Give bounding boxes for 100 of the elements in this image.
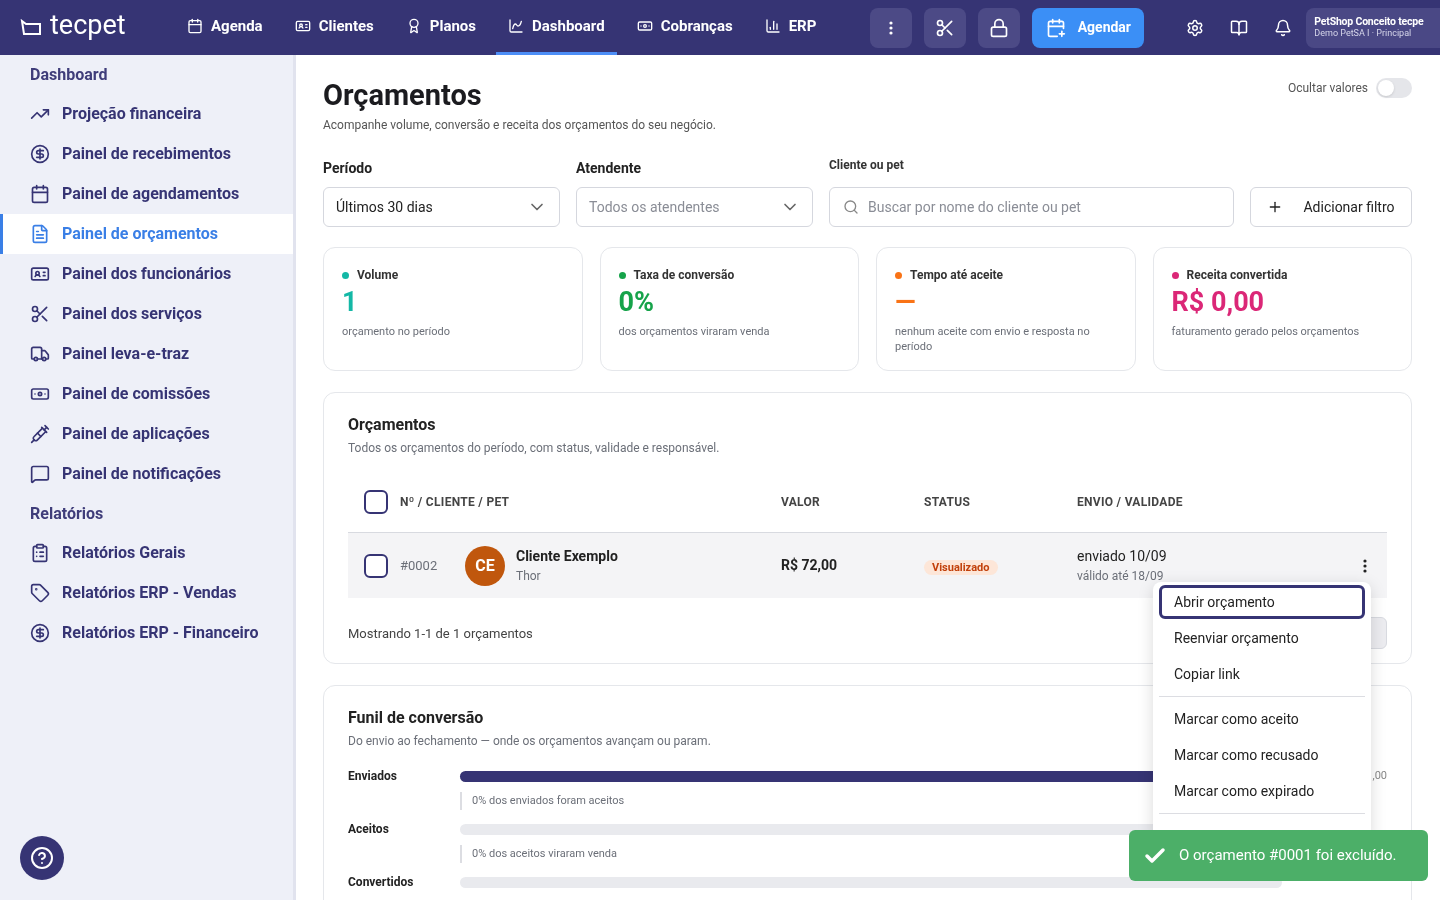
menu-item[interactable]: Copiar link [1159,657,1365,691]
avatar: CE [465,545,505,586]
stat-value: R$ 0,00 [1171,286,1266,320]
column-header: STATUS [924,493,972,511]
section-subtitle: Todos os orçamentos do período, com status, validade e responsável. [348,440,721,458]
field-label: Atendente [576,159,643,179]
sidebar-item[interactable]: Painel dos serviços [0,294,293,334]
more-button[interactable] [870,7,913,48]
lock-button[interactable] [978,7,1021,48]
section-title: Funil de conversão [348,707,484,730]
funnel-label: Enviados [348,768,398,786]
sidebar-item[interactable]: Painel de notificações [0,454,293,494]
menu-item[interactable]: Marcar como expirado [1159,774,1365,808]
funnel-label: Aceitos [348,821,390,839]
toggle-label: Ocultar valores [1287,80,1368,97]
bell-icon[interactable] [1274,18,1293,37]
funnel-note: 0% dos enviados foram aceitos [472,793,625,809]
sidebar-item[interactable]: Painel de agendamentos [0,174,293,214]
section-title: Orçamentos [348,414,437,437]
select-field[interactable]: Últimos 30 dias [323,187,560,228]
document-icon [30,224,50,244]
column-header: Nº / CLIENTE / PET [400,493,511,511]
sidebar-item[interactable]: Relatórios Gerais [0,533,293,573]
more-icon [1363,558,1367,573]
menu-item[interactable]: Marcar como recusado [1159,738,1365,772]
search-field[interactable]: Buscar por nome do cliente ou pet [829,187,1234,228]
stat-note: dos orçamentos viraram venda [618,324,771,339]
stat-value: 1 [342,286,359,320]
field-label: Período [323,159,374,179]
checkbox[interactable] [364,553,388,578]
book-icon[interactable] [1230,18,1249,37]
account-switcher[interactable]: PetShop Conceito tecpe Demo PetSA I · Principal [1306,7,1440,48]
stat-note: faturamento gerado pelos orçamentos [1171,324,1361,339]
banknote-icon [636,18,653,34]
badge-icon [30,264,50,284]
sidebar-item[interactable]: Painel de orçamentos [0,214,293,254]
stat-value: — [895,286,917,320]
stat-label: Receita convertida [1186,267,1288,285]
field-label: Cliente ou pet [829,157,905,175]
menu-item[interactable]: Reenviar orçamento [1159,621,1365,655]
settings-icon[interactable] [1186,18,1205,37]
stat-label: Taxa de conversão [633,267,735,285]
funnel-value: ,00 [1371,768,1387,784]
nav-tab[interactable]: Cobranças [624,0,745,55]
stat-label: Volume [357,267,399,285]
syringe-icon [30,424,50,444]
badge-icon [294,18,311,34]
logo-icon [20,18,42,37]
bar-chart-icon [764,18,781,34]
sidebar-item[interactable]: Painel de comissões [0,374,293,414]
add-filter-button[interactable]: Adicionar filtro [1250,187,1412,228]
nav-tab[interactable]: ERP [752,0,829,55]
stat-note: nenhum aceite com envio e resposta no período [895,324,1091,354]
sidebar-heading: Dashboard [29,63,109,86]
lock-icon [989,17,1010,38]
nav-tab[interactable]: Agenda [175,0,275,55]
sidebar-item[interactable]: Painel de aplicações [0,414,293,454]
scissors-icon [30,304,50,324]
message-icon [30,464,50,484]
toast-message: O orçamento #0001 foi excluído. [1179,845,1397,867]
logo: tecpet [50,12,126,39]
sidebar-item[interactable]: Painel de recebimentos [0,134,293,174]
stat-label: Tempo até aceite [910,267,1004,285]
page-subtitle: Acompanhe volume, conversão e receita dos orçamentos do seu negócio. [323,117,716,135]
sidebar-item[interactable]: Painel dos funcionários [0,254,293,294]
menu-item[interactable]: Marcar como aceito [1159,702,1365,736]
search-icon [843,199,859,216]
chart-icon [508,18,525,34]
sidebar-item[interactable]: Relatórios ERP - Financeiro [0,613,293,653]
client-name: Cliente Exemplo [516,547,619,567]
scissors-button[interactable] [924,7,967,48]
stat-value: 0% [618,286,655,320]
status-badge: Visualizado [924,559,998,575]
account-unit: Demo PetSA I · Principal [1314,28,1413,40]
clipboard-icon [30,543,50,563]
menu-item[interactable]: Abrir orçamento [1159,585,1365,619]
sidebar-item[interactable]: Projeção financeira [0,94,293,134]
more-icon [889,20,894,35]
funnel-label: Convertidos [348,874,415,892]
toggle-switch[interactable] [1376,78,1412,98]
sidebar-item[interactable]: Painel leva-e-traz [0,334,293,374]
help-button[interactable] [20,836,64,880]
checkbox[interactable] [364,489,388,514]
dollar-icon [30,144,50,164]
column-header: VALOR [781,493,822,511]
nav-tab[interactable]: Planos [393,0,489,55]
nav-tab[interactable]: Clientes [282,0,386,55]
stat-note: orçamento no período [342,324,451,339]
quote-number: #0002 [400,557,439,575]
sent-date: enviado 10/09 [1077,547,1168,567]
funnel-note: 0% dos aceitos viraram venda [472,846,617,862]
sidebar-item[interactable]: Relatórios ERP - Vendas [0,573,293,613]
help-icon [30,846,54,870]
page-title: Orçamentos [323,77,483,114]
quote-value: R$ 72,00 [781,556,839,576]
dollar-icon [30,623,50,643]
sidebar-heading: Relatórios [29,502,105,525]
valid-date: válido até 18/09 [1077,568,1165,586]
calendar-icon [30,184,50,204]
nav-tab[interactable]: Dashboard [496,0,617,55]
